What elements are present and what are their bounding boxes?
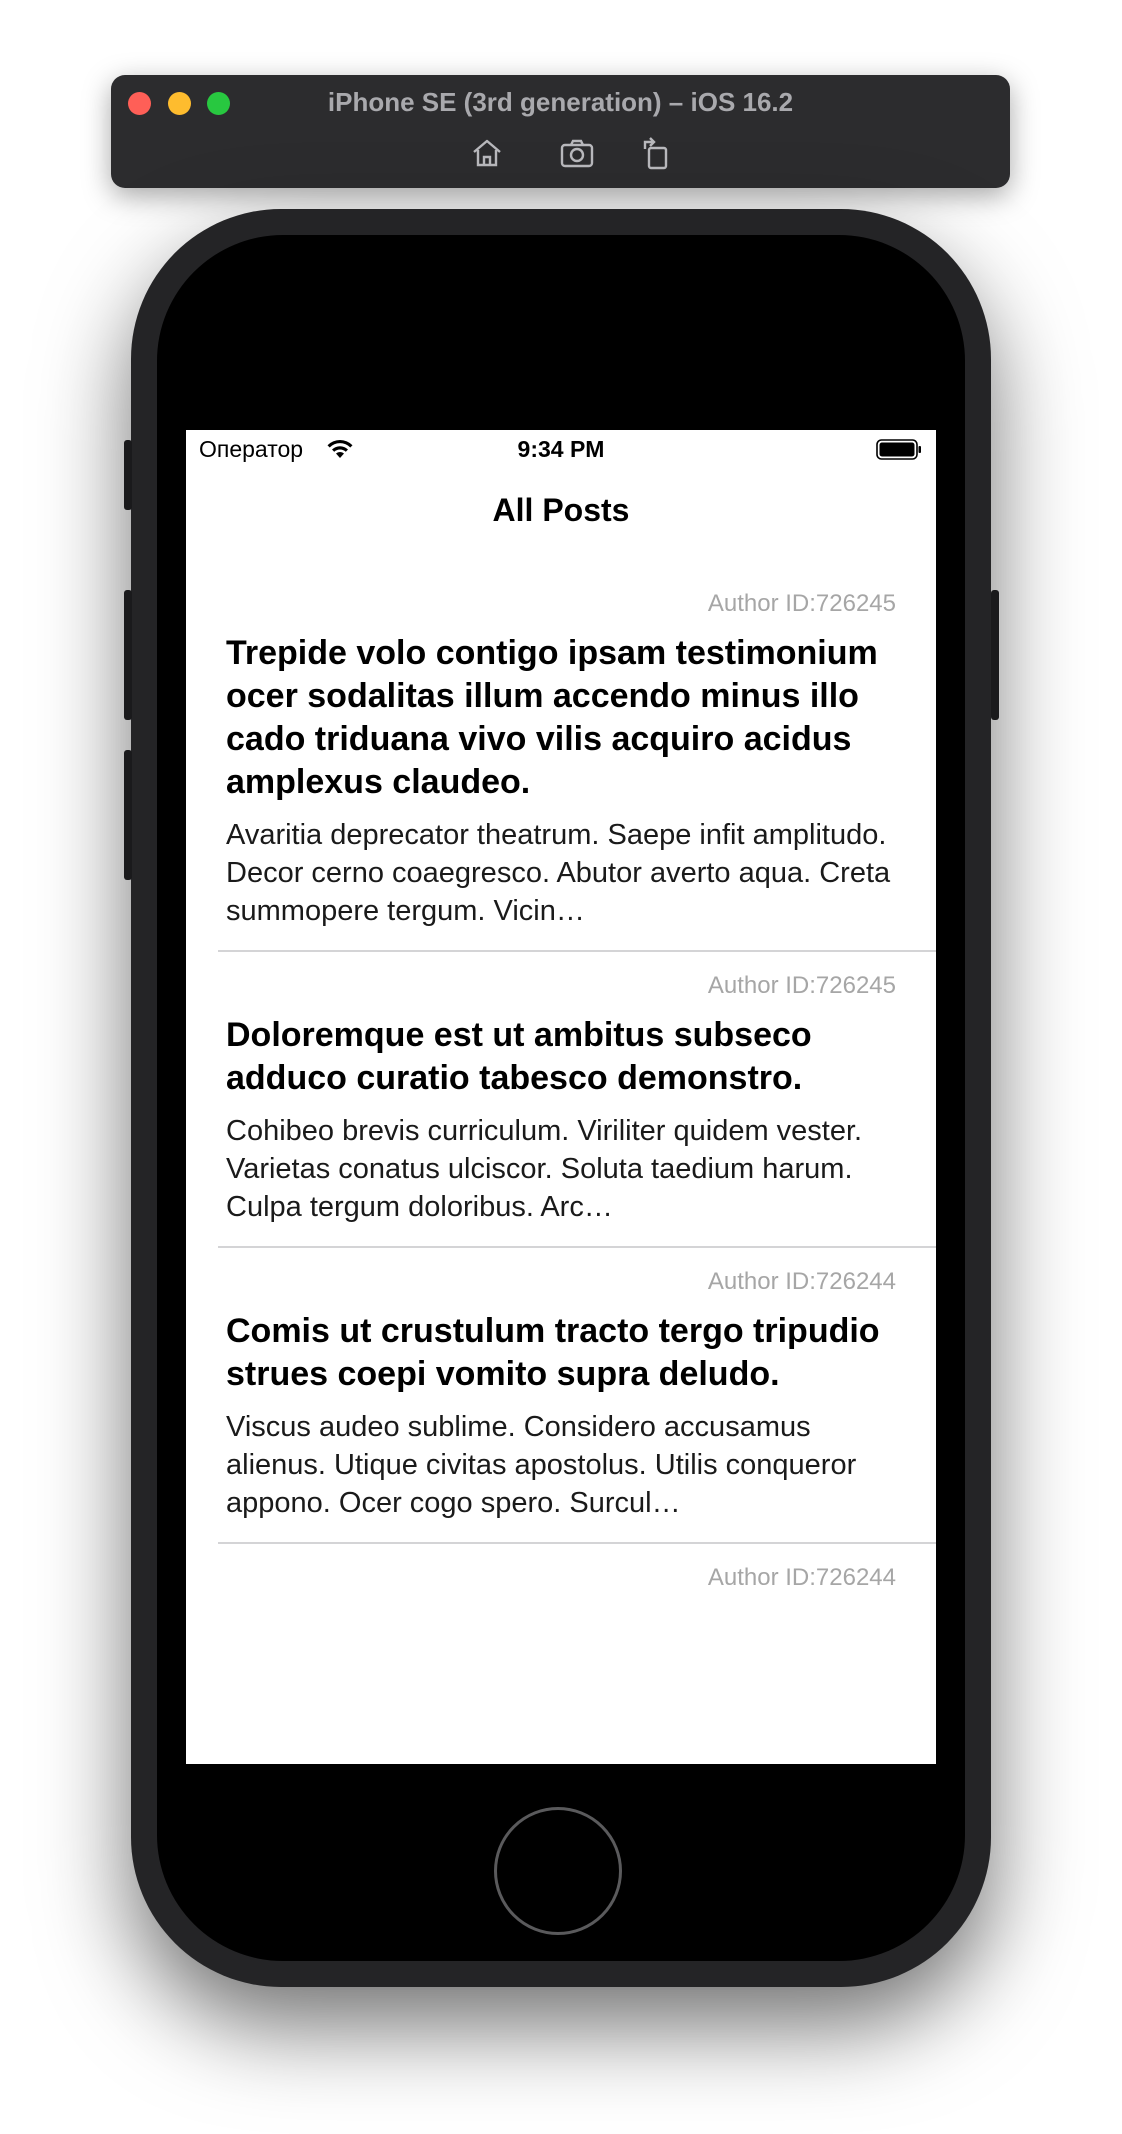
rotate-icon[interactable] <box>637 133 677 173</box>
post-author: Author ID:726244 <box>707 1564 896 1591</box>
screenshot-icon[interactable] <box>557 133 597 173</box>
post-author: Author ID:726244 <box>707 1268 896 1295</box>
posts-list[interactable]: Author ID:726245 Trepide volo contigo ip… <box>186 570 936 1626</box>
post-author: Author ID:726245 <box>707 590 896 617</box>
post-cell[interactable]: Author ID:726245 Trepide volo contigo ip… <box>186 570 936 930</box>
status-time: 9:34 PM <box>517 436 605 462</box>
post-author: Author ID:726245 <box>707 972 896 999</box>
volume-up-button <box>124 590 132 720</box>
home-icon[interactable] <box>467 133 507 173</box>
simulator-toolbar: iPhone SE (3rd generation) – iOS 16.2 <box>111 75 1010 188</box>
post-cell[interactable]: Author ID:726244 <box>186 1544 936 1606</box>
post-cell[interactable]: Author ID:726245 Doloremque est ut ambit… <box>186 952 936 1226</box>
power-button <box>991 590 999 720</box>
battery-icon <box>876 439 921 460</box>
home-button[interactable] <box>494 1807 622 1935</box>
post-title: Doloremque est ut ambitus subseco adduco… <box>226 1016 812 1097</box>
simulator-title: iPhone SE (3rd generation) – iOS 16.2 <box>327 87 794 117</box>
volume-down-button <box>124 750 132 880</box>
page-title: All Posts <box>492 492 630 528</box>
post-title: Trepide volo contigo ipsam testimonium o… <box>226 634 878 801</box>
post-body: Viscus audeo sublime. Considero accusamu… <box>226 1411 857 1519</box>
post-body: Cohibeo brevis curriculum. Viriliter qui… <box>226 1115 863 1223</box>
mute-switch <box>124 440 132 510</box>
post-body: Avaritia deprecator theatrum. Saepe infi… <box>226 819 891 927</box>
status-bar: Оператор 9:34 PM <box>186 430 936 470</box>
post-title: Comis ut crustulum tracto tergo tripudio… <box>226 1312 880 1393</box>
device-screen: Оператор 9:34 PM All Posts Author ID:726… <box>186 430 936 1764</box>
post-cell[interactable]: Author ID:726244 Comis ut crustulum trac… <box>186 1248 936 1522</box>
